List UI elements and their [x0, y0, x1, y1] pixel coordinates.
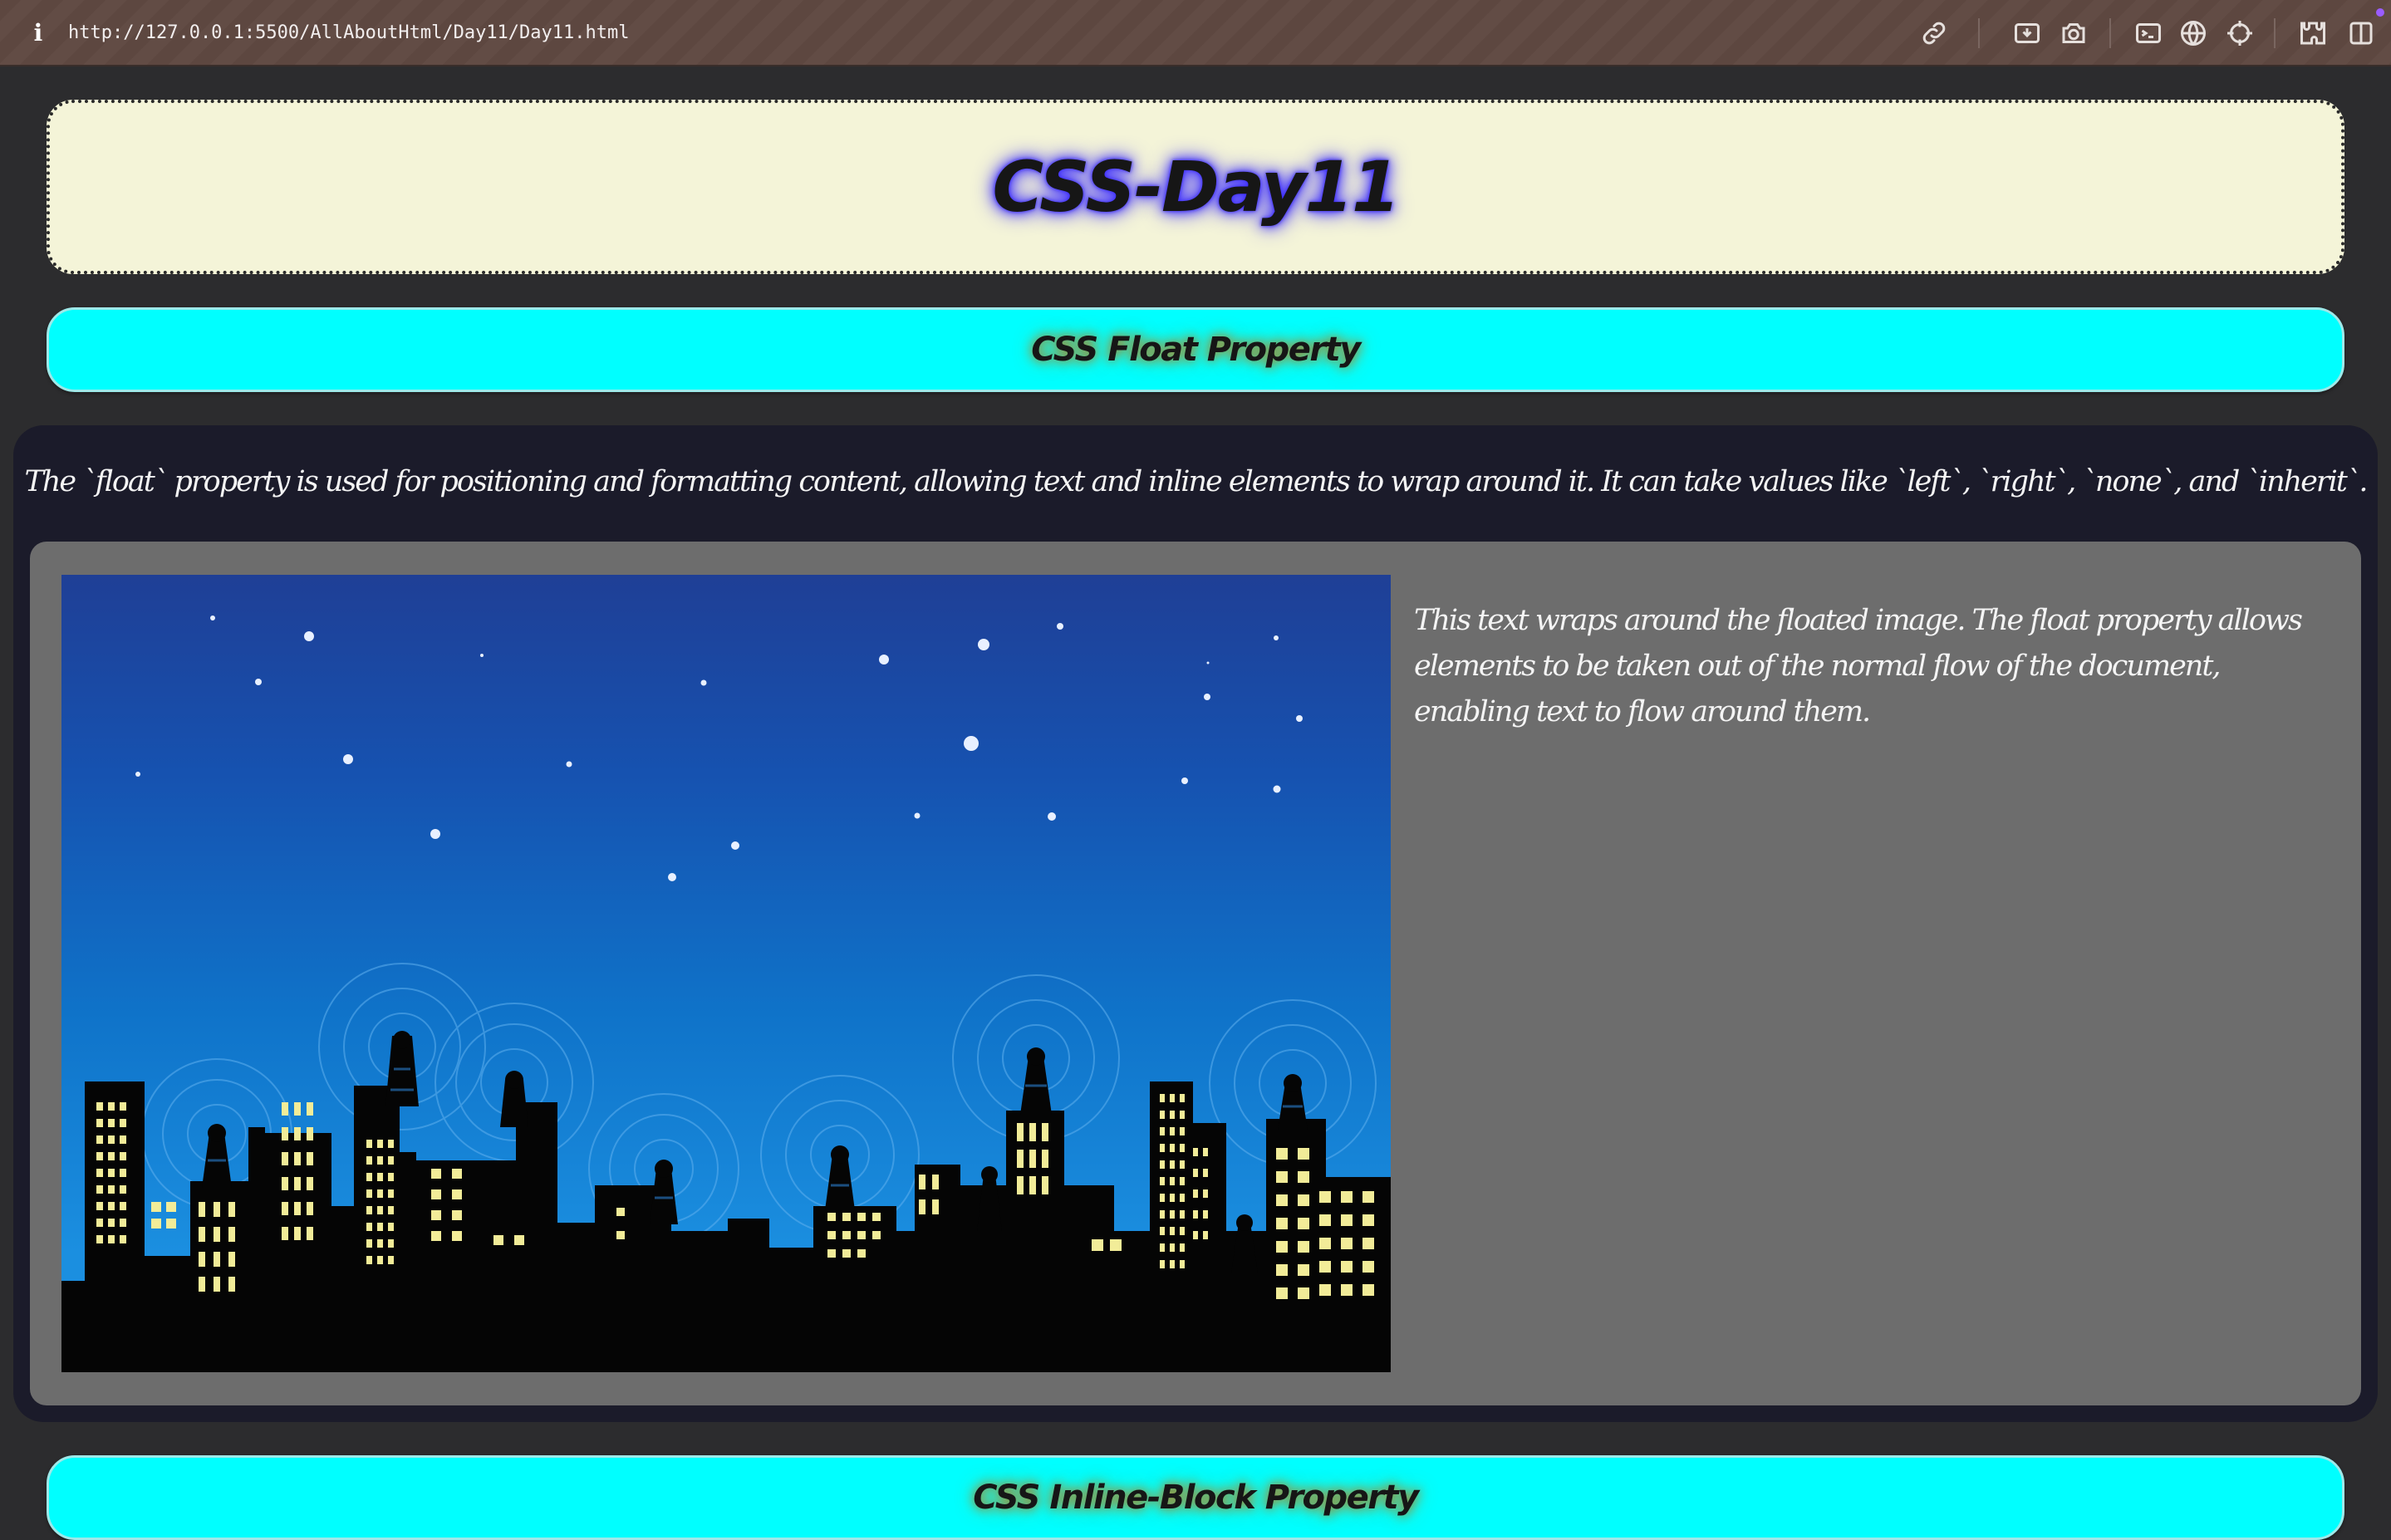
float-section-heading: CSS Float Property [47, 307, 2344, 392]
address-bar[interactable]: http://127.0.0.1:5500/AllAboutHtml/Day11… [68, 18, 630, 48]
extensions-icon[interactable] [2298, 18, 2328, 48]
section-heading-text: CSS Inline-Block Property [973, 1479, 1419, 1517]
page-title: CSS-Day11 [992, 146, 1401, 228]
toolbar-divider [2274, 18, 2276, 48]
float-demo-container: This text wraps around the floated image… [30, 542, 2361, 1405]
page-header: CSS-Day11 [47, 100, 2344, 274]
camera-icon[interactable] [2059, 18, 2089, 48]
terminal-icon[interactable] [2133, 18, 2163, 48]
info-icon[interactable]: i [28, 18, 48, 48]
float-wrap-text: This text wraps around the floated image… [1414, 604, 2303, 728]
float-section: The `float` property is used for positio… [13, 425, 2378, 1422]
toolbar-divider [1978, 18, 1980, 48]
link-icon[interactable] [1919, 18, 1949, 48]
browser-toolbar: i http://127.0.0.1:5500/AllAboutHtml/Day… [0, 0, 2391, 66]
notification-dot [2376, 8, 2384, 17]
inline-block-section-heading: CSS Inline-Block Property [47, 1455, 2344, 1540]
sidebar-icon[interactable] [2346, 18, 2376, 48]
screenshot-region-icon[interactable] [2012, 18, 2042, 48]
city-skyline-image [61, 575, 1391, 1372]
globe-icon[interactable] [2178, 18, 2208, 48]
toolbar-divider [2109, 18, 2111, 48]
crosshair-icon[interactable] [2225, 18, 2255, 48]
section-heading-text: CSS Float Property [1031, 331, 1361, 369]
float-description: The `float` property is used for positio… [24, 465, 2368, 498]
